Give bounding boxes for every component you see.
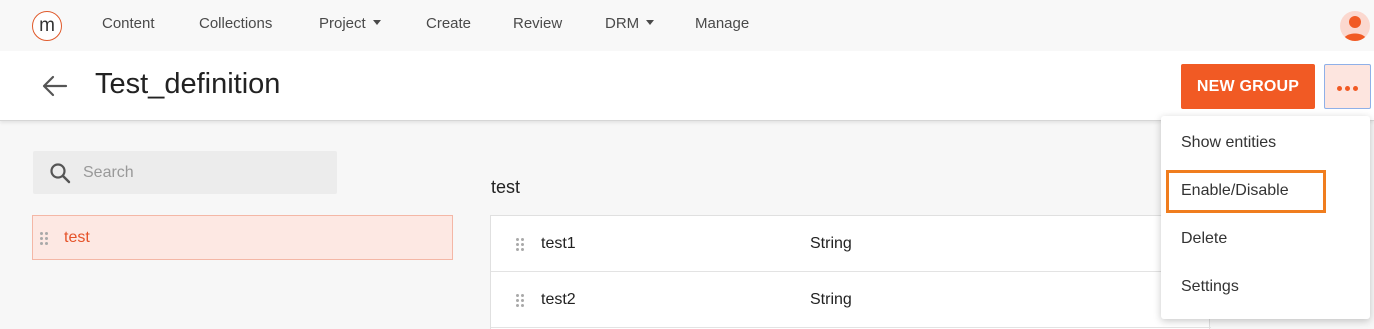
top-navigation: m Content Collections Project Create Rev… [0, 0, 1374, 51]
back-arrow-icon[interactable] [40, 74, 68, 98]
menu-item-show-entities[interactable]: Show entities [1181, 134, 1276, 152]
menu-item-delete[interactable]: Delete [1181, 230, 1227, 248]
table-row[interactable]: test2 String [491, 272, 1211, 328]
table-row[interactable]: test1 String [491, 216, 1211, 272]
field-name: test1 [541, 235, 576, 252]
brand-logo[interactable]: m [32, 11, 62, 41]
field-type: String [810, 235, 852, 252]
nav-item-label: Review [513, 15, 563, 32]
highlight-box [1166, 170, 1326, 213]
drag-handle-icon[interactable] [40, 232, 50, 246]
nav-item-label: Project [319, 15, 366, 32]
field-name: test2 [541, 291, 576, 308]
group-label: test [64, 229, 90, 246]
page-header: Test_definition NEW GROUP [0, 51, 1374, 121]
search-icon [50, 163, 71, 184]
nav-item-label: Manage [695, 15, 750, 32]
drag-handle-icon[interactable] [516, 294, 526, 308]
search-box [33, 151, 337, 194]
nav-item-project[interactable]: Project [319, 15, 381, 32]
drag-handle-icon[interactable] [516, 238, 526, 252]
nav-item-collections[interactable]: Collections [199, 15, 272, 32]
nav-item-label: Content [102, 15, 155, 32]
nav-item-create[interactable]: Create [426, 15, 471, 32]
nav-item-label: DRM [605, 15, 640, 32]
nav-item-drm[interactable]: DRM [605, 15, 655, 32]
new-group-button[interactable]: NEW GROUP [1181, 64, 1315, 109]
nav-item-content[interactable]: Content [102, 15, 155, 32]
nav-item-review[interactable]: Review [513, 15, 562, 32]
field-type: String [810, 291, 852, 308]
caret-down-icon [646, 19, 655, 25]
menu-item-settings[interactable]: Settings [1181, 278, 1239, 296]
fields-table: test1 String test2 String [490, 215, 1211, 329]
nav-item-manage[interactable]: Manage [695, 15, 749, 32]
section-title: test [491, 177, 521, 197]
more-horizontal-icon [1336, 78, 1360, 96]
caret-down-icon [372, 19, 381, 25]
user-icon [1343, 16, 1367, 41]
nav-item-label: Create [426, 15, 472, 32]
nav-item-label: Collections [199, 15, 273, 32]
page-title: Test_definition [95, 68, 281, 100]
user-avatar[interactable] [1340, 11, 1370, 41]
group-item-test[interactable]: test [32, 215, 453, 260]
more-options-button[interactable] [1324, 64, 1371, 109]
search-input[interactable] [83, 151, 333, 194]
more-options-menu: Show entities Enable/Disable Delete Sett… [1161, 116, 1370, 319]
